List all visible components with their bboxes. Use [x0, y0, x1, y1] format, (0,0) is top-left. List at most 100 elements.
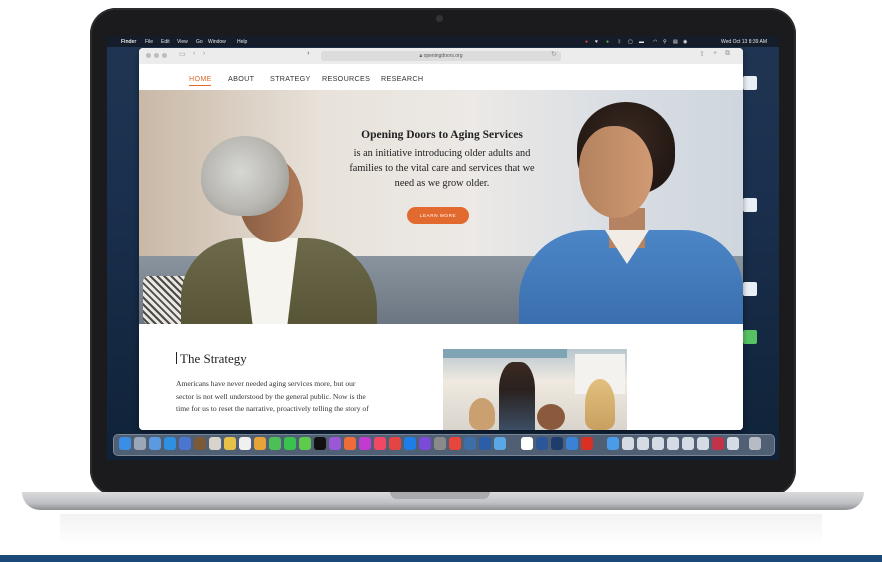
menu-go[interactable]: Go: [196, 39, 203, 45]
safari-icon[interactable]: [164, 437, 176, 450]
firefox-icon[interactable]: [344, 437, 356, 450]
bluetooth-icon[interactable]: ᛒ: [618, 39, 621, 45]
desktop-file-icon[interactable]: [743, 198, 757, 212]
browser-toolbar: ▭ ‹ › ◐ 🔒︎ openingdoors.org ↻ ⇧ + ⧉: [139, 48, 743, 65]
mail-icon[interactable]: [179, 437, 191, 450]
desktop-file-icon[interactable]: [743, 282, 757, 296]
messages-icon[interactable]: [284, 437, 296, 450]
acrobat-icon[interactable]: [581, 437, 593, 450]
minimize-icon[interactable]: [154, 53, 159, 58]
siri-icon[interactable]: ◉: [683, 39, 687, 45]
photos-icon[interactable]: [254, 437, 266, 450]
lock-icon: 🔒︎: [419, 53, 423, 59]
zoom-icon[interactable]: [162, 53, 167, 58]
launchpad-icon[interactable]: [134, 437, 146, 450]
desktop-file-icon[interactable]: [743, 76, 757, 90]
document-icon[interactable]: [622, 437, 634, 450]
strategy-text-line: Americans have never needed aging servic…: [176, 379, 356, 388]
app-icon[interactable]: [566, 437, 578, 450]
laptop-notch: [390, 492, 490, 499]
title-accent-bar: [176, 352, 177, 364]
strategy-photo-girl: [585, 379, 615, 430]
settings-icon[interactable]: [434, 437, 446, 450]
app-icon[interactable]: [464, 437, 476, 450]
new-tab-icon[interactable]: +: [713, 50, 717, 57]
finder-icon[interactable]: [119, 437, 131, 450]
learn-more-button[interactable]: LEARN MORE: [407, 207, 469, 224]
tv-icon[interactable]: [314, 437, 326, 450]
strategy-photo-man: [499, 362, 535, 430]
podcasts-icon[interactable]: [329, 437, 341, 450]
desktop-file-icon[interactable]: [743, 330, 757, 344]
document-icon[interactable]: [697, 437, 709, 450]
close-icon[interactable]: [146, 53, 151, 58]
status-icon-green[interactable]: ●: [606, 39, 609, 45]
strategy-text-line: sector is not well understood by the gen…: [176, 391, 366, 401]
strategy-text-line: time for us to reset the narrative, proa…: [176, 404, 369, 414]
folder-icon[interactable]: [607, 437, 619, 450]
search-icon[interactable]: ⚲: [663, 39, 667, 45]
app-icon[interactable]: [521, 437, 533, 450]
nav-home[interactable]: HOME: [189, 74, 212, 83]
document-icon[interactable]: [667, 437, 679, 450]
notes-icon[interactable]: [224, 437, 236, 450]
wifi-icon[interactable]: ◠: [653, 39, 657, 45]
document-icon[interactable]: [652, 437, 664, 450]
address-bar[interactable]: 🔒︎ openingdoors.org: [321, 51, 561, 61]
document-icon[interactable]: [712, 437, 724, 450]
app-icon[interactable]: [494, 437, 506, 450]
sidebar-icon[interactable]: ▭: [179, 50, 186, 58]
app-icon[interactable]: [194, 437, 206, 450]
maps-icon[interactable]: [299, 437, 311, 450]
menu-view[interactable]: View: [177, 39, 188, 45]
share-icon[interactable]: ⇧: [699, 50, 705, 58]
photoshop-icon[interactable]: [551, 437, 563, 450]
app-icon[interactable]: [149, 437, 161, 450]
privacy-icon[interactable]: ◐: [307, 50, 311, 57]
hero-text: is an initiative introducing older adult…: [315, 146, 569, 191]
control-center-icon[interactable]: ▤: [673, 39, 678, 45]
strategy-photo-child: [537, 404, 565, 430]
screen-icon[interactable]: ▢: [628, 39, 633, 45]
nav-strategy[interactable]: STRATEGY: [270, 74, 311, 83]
news-icon[interactable]: [389, 437, 401, 450]
macos-menubar: Finder File Edit View Go Window Help ● ♥…: [107, 36, 779, 47]
strategy-section: The Strategy Americans have never needed…: [139, 324, 743, 430]
strategy-photo-band: [443, 349, 567, 358]
nav-active-underline: [189, 85, 211, 86]
nav-research[interactable]: RESEARCH: [381, 74, 423, 83]
back-icon[interactable]: ‹: [193, 50, 195, 57]
document-icon[interactable]: [637, 437, 649, 450]
hero-text-line: families to the vital care and services …: [349, 163, 535, 174]
reminders-icon[interactable]: [239, 437, 251, 450]
forward-icon[interactable]: ›: [203, 50, 205, 57]
nav-resources[interactable]: RESOURCES: [322, 74, 370, 83]
word-icon[interactable]: [536, 437, 548, 450]
facetime-icon[interactable]: [269, 437, 281, 450]
hero-text-line: is an initiative introducing older adult…: [353, 148, 531, 159]
status-icon-shield[interactable]: ♥: [595, 39, 598, 45]
music-icon[interactable]: [374, 437, 386, 450]
battery-icon[interactable]: ▬: [639, 39, 644, 45]
menu-help[interactable]: Help: [237, 39, 247, 45]
trash-icon[interactable]: [749, 437, 761, 450]
document-icon[interactable]: [682, 437, 694, 450]
menu-edit[interactable]: Edit: [161, 39, 170, 45]
status-icon-record[interactable]: ●: [585, 39, 588, 45]
menu-finder[interactable]: Finder: [121, 39, 136, 45]
chrome-icon[interactable]: [449, 437, 461, 450]
document-icon[interactable]: [727, 437, 739, 450]
app-store-icon[interactable]: [404, 437, 416, 450]
page-bottom-band: [0, 555, 882, 562]
calendar-icon[interactable]: [209, 437, 221, 450]
reload-icon[interactable]: ↻: [551, 50, 557, 58]
menubar-clock: Wed Oct 13 8:39 AM: [721, 39, 768, 45]
app-icon[interactable]: [419, 437, 431, 450]
menu-file[interactable]: File: [145, 39, 153, 45]
safari-window: ▭ ‹ › ◐ 🔒︎ openingdoors.org ↻ ⇧ + ⧉ HOME…: [139, 48, 743, 430]
app-icon[interactable]: [479, 437, 491, 450]
menu-window[interactable]: Window: [208, 39, 226, 45]
app-icon[interactable]: [359, 437, 371, 450]
nav-about[interactable]: ABOUT: [228, 74, 254, 83]
tabs-overview-icon[interactable]: ⧉: [725, 50, 730, 58]
